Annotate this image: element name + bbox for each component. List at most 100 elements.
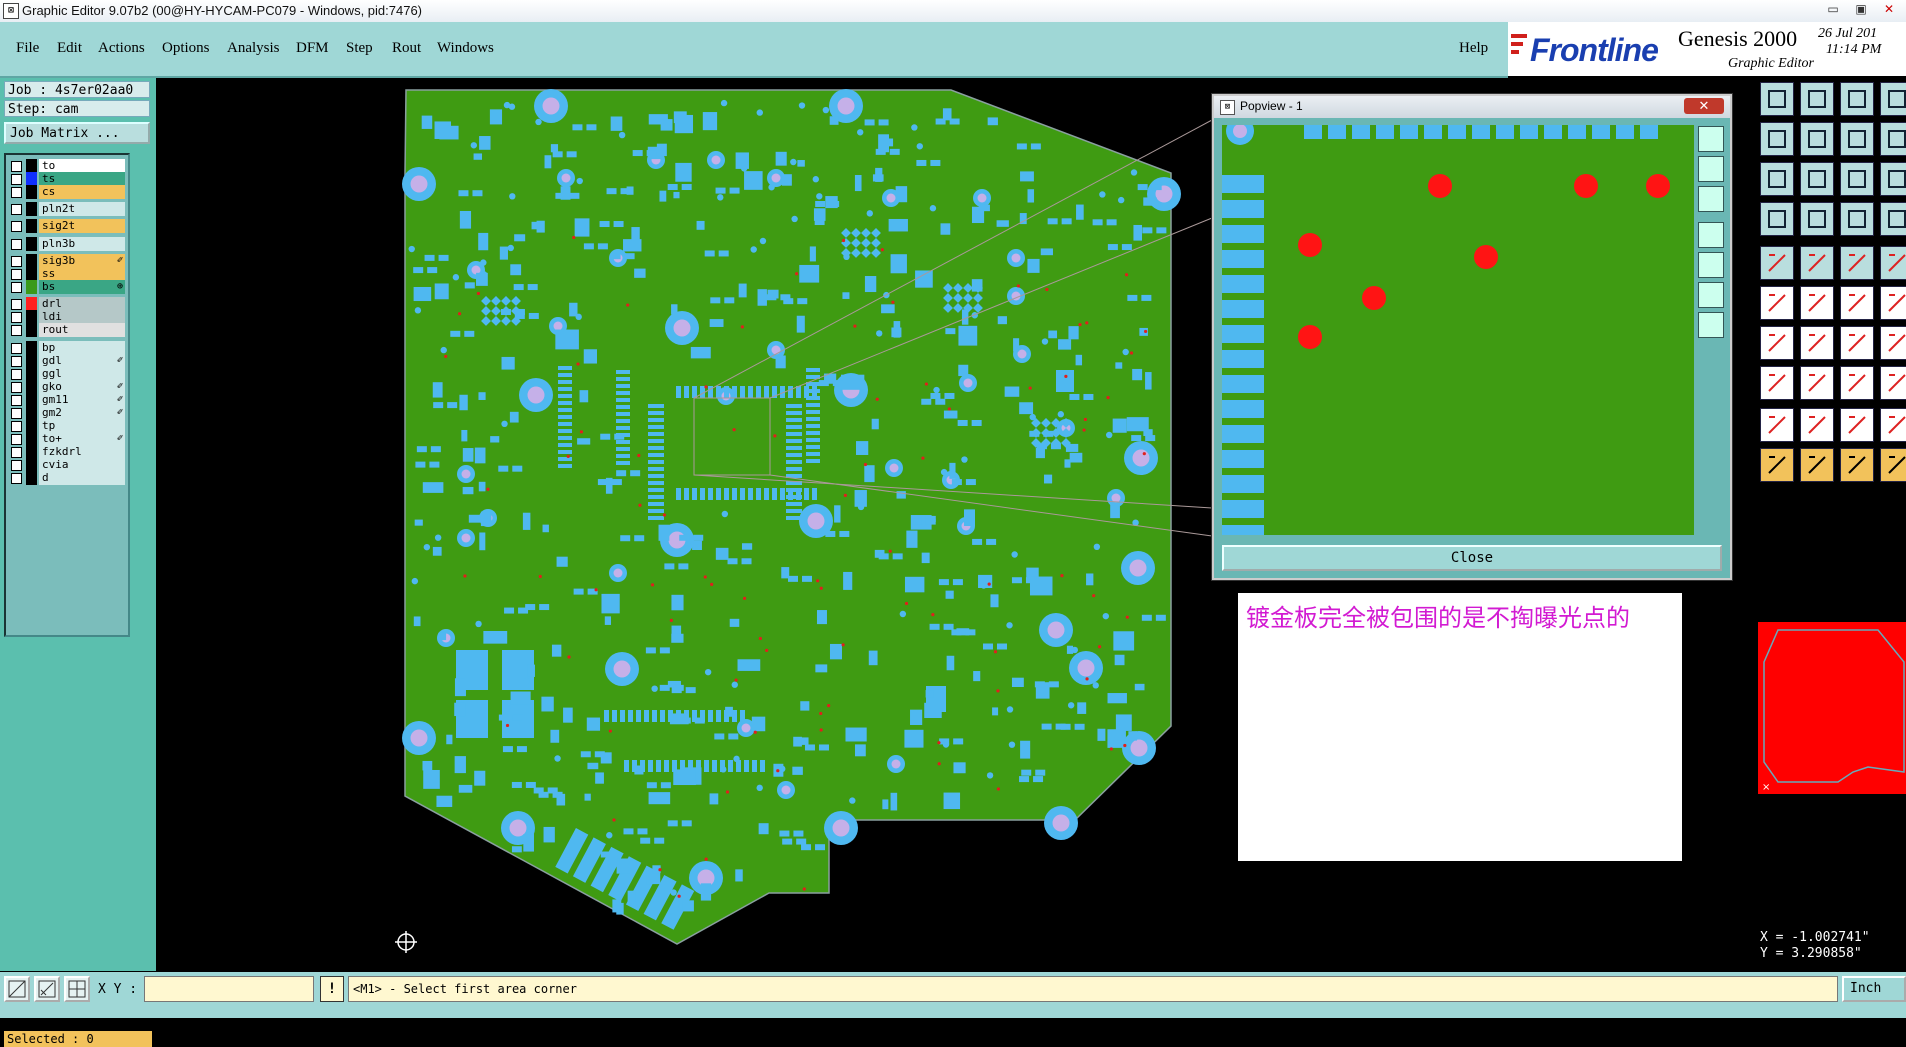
link-icon[interactable] [1760,286,1794,320]
popview-zoom-out-icon[interactable] [1698,156,1724,182]
layer-checkbox[interactable] [11,356,22,367]
pointer-lasso-icon[interactable] [1840,448,1874,482]
layer-row-gm11[interactable]: gm11 ✐ [9,393,125,407]
maximize-button[interactable]: ▣ [1848,1,1874,17]
menu-step[interactable]: Step [346,40,373,57]
layer-row-sig3b[interactable]: sig3b ✐ [9,254,125,268]
warning-button[interactable]: ! [320,976,344,1002]
left-icon[interactable] [1760,122,1794,156]
layer-checkbox[interactable] [11,447,22,458]
layer-row-ts[interactable]: ts [9,172,125,186]
layer-row-fzkdrl[interactable]: fzkdrl [9,445,125,459]
layer-row-cs[interactable]: cs [9,185,125,199]
layer-checkbox[interactable] [11,421,22,432]
layer-row-gdl[interactable]: gdl ✐ [9,354,125,368]
snap-icon[interactable] [4,976,30,1002]
move-icon[interactable] [1840,286,1874,320]
layer-checkbox[interactable] [11,282,22,293]
layer-row-bp[interactable]: bp [9,341,125,355]
layer-row-sig2t[interactable]: sig2t [9,219,125,233]
popview-center-icon[interactable] [1698,312,1724,338]
unit-selector[interactable]: Inch [1842,976,1906,1002]
layer-row-gm2[interactable]: gm2 ✐ [9,406,125,420]
mini-overview[interactable]: × [1758,622,1906,794]
layer-row-drl[interactable]: drl [9,297,125,311]
arc-up-icon[interactable] [1840,408,1874,442]
feature-icon[interactable] [1760,366,1794,400]
slash-icon[interactable] [1800,326,1834,360]
undo-icon[interactable] [1840,122,1874,156]
layer-checkbox[interactable] [11,174,22,185]
fit-icon[interactable] [1760,162,1794,196]
pad-icon[interactable] [1760,246,1794,280]
layer-checkbox[interactable] [11,460,22,471]
layer-checkbox[interactable] [11,239,22,250]
menu-rout[interactable]: Rout [392,40,421,57]
job-matrix-button[interactable]: Job Matrix ... [4,122,150,144]
menu-windows[interactable]: Windows [437,40,494,57]
menu-analysis[interactable]: Analysis [227,40,280,57]
net-icon[interactable] [1840,202,1874,236]
menu-file[interactable]: File [16,40,39,57]
layer-row-tp[interactable]: tp [9,419,125,433]
layer-row-rout[interactable]: rout [9,323,125,337]
right-icon[interactable] [1800,122,1834,156]
split-icon[interactable] [1880,82,1906,116]
layer-row-pln2t[interactable]: pln2t [9,202,125,216]
layer-checkbox[interactable] [11,434,22,445]
arc-icon[interactable] [1840,326,1874,360]
route-icon[interactable] [1840,366,1874,400]
cross-icon[interactable] [1800,286,1834,320]
menu-dfm[interactable]: DFM [296,40,329,57]
surface-icon[interactable] [1880,408,1906,442]
layer-checkbox[interactable] [11,343,22,354]
select-icon[interactable] [1880,366,1906,400]
close-window-button[interactable]: ✕ [1876,1,1902,17]
layer-row-bs[interactable]: bs ⊕ [9,280,125,294]
popview-right-icon[interactable] [1698,252,1724,278]
home-icon[interactable] [1840,82,1874,116]
zoom-icon[interactable] [1800,162,1834,196]
popview-close-x-button[interactable]: ✕ [1684,98,1724,114]
copy-icon[interactable] [1880,286,1906,320]
tool-icon[interactable] [1760,202,1794,236]
help-icon[interactable] [1880,122,1906,156]
ruler-icon[interactable] [1840,246,1874,280]
fill-icon[interactable] [1800,408,1834,442]
popview-pan-icon[interactable] [1698,186,1724,212]
scale-icon[interactable] [1840,162,1874,196]
snap-icon[interactable] [1880,202,1906,236]
layer-row-to[interactable]: to [9,159,125,173]
triangle-icon[interactable] [1760,408,1794,442]
layer-row-gko[interactable]: gko ✐ [9,380,125,394]
line-icon[interactable] [1800,246,1834,280]
xy-input[interactable] [144,976,314,1002]
grid-icon[interactable] [64,976,90,1002]
dot-icon[interactable] [1880,246,1906,280]
minimize-button[interactable]: ▭ [1820,1,1846,17]
pointer-box-icon[interactable] [1800,448,1834,482]
pointer-icon[interactable] [1760,448,1794,482]
menu-options[interactable]: Options [162,40,210,57]
layer-checkbox[interactable] [11,473,22,484]
layer-row-ggl[interactable]: ggl [9,367,125,381]
popview-close-button[interactable]: Close [1222,545,1722,571]
layer-row-pln3b[interactable]: pln3b [9,237,125,251]
layer-row-cvia[interactable]: cvia [9,458,125,472]
grid-icon[interactable] [1800,202,1834,236]
popview-title-bar[interactable]: ⊠ Popview - 1 ✕ [1214,96,1730,118]
open-icon[interactable] [1760,82,1794,116]
layer-row-ldi[interactable]: ldi [9,310,125,324]
layer-checkbox[interactable] [11,204,22,215]
layer-row-d[interactable]: d [9,471,125,485]
draw-icon[interactable] [1760,326,1794,360]
menu-help[interactable]: Help [1459,40,1488,57]
pointer-zoom-icon[interactable] [1880,448,1906,482]
text-icon[interactable] [1880,326,1906,360]
layer-checkbox[interactable] [11,325,22,336]
layer-checkbox[interactable] [11,312,22,323]
measure-icon[interactable] [34,976,60,1002]
minus-icon[interactable] [1800,366,1834,400]
layer-checkbox[interactable] [11,187,22,198]
layer-row-ss[interactable]: ss [9,267,125,281]
